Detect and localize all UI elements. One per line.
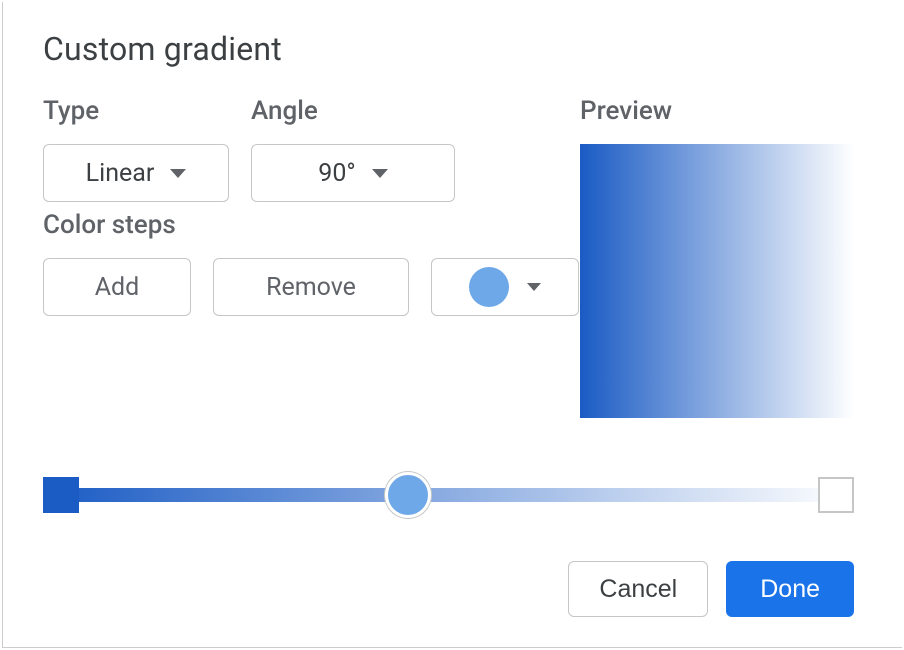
type-value: Linear — [86, 159, 155, 188]
caret-down-icon — [372, 169, 388, 178]
type-angle-row: Type Linear Angle 90° — [43, 96, 579, 202]
gradient-stop-start[interactable] — [43, 477, 79, 513]
gradient-slider[interactable] — [43, 472, 854, 518]
caret-down-icon — [527, 283, 541, 291]
color-swatch-icon — [469, 267, 509, 307]
remove-step-button[interactable]: Remove — [213, 258, 409, 316]
add-step-label: Add — [95, 273, 140, 302]
dialog-title: Custom gradient — [43, 30, 854, 68]
remove-step-label: Remove — [266, 273, 356, 302]
top-area: Type Linear Angle 90° Color steps — [43, 96, 854, 418]
gradient-stop-end[interactable] — [818, 477, 854, 513]
angle-select[interactable]: 90° — [251, 144, 455, 202]
preview-column: Preview — [580, 96, 854, 418]
angle-field: Angle 90° — [251, 96, 455, 202]
type-field: Type Linear — [43, 96, 229, 202]
gradient-track — [43, 488, 854, 502]
color-steps-row: Add Remove — [43, 258, 579, 316]
preview-label: Preview — [580, 96, 854, 126]
angle-value: 90° — [318, 159, 355, 188]
done-button[interactable]: Done — [726, 561, 854, 617]
gradient-preview — [580, 144, 854, 418]
caret-down-icon — [170, 169, 186, 178]
done-label: Done — [760, 575, 820, 603]
custom-gradient-dialog: Custom gradient Type Linear Angle 90° — [2, 2, 902, 648]
cancel-label: Cancel — [599, 575, 677, 603]
controls-column: Type Linear Angle 90° Color steps — [43, 96, 579, 316]
angle-label: Angle — [251, 96, 455, 126]
cancel-button[interactable]: Cancel — [568, 561, 708, 617]
type-label: Type — [43, 96, 229, 126]
add-step-button[interactable]: Add — [43, 258, 191, 316]
step-color-select[interactable] — [431, 258, 579, 316]
color-steps-label: Color steps — [43, 210, 579, 240]
type-select[interactable]: Linear — [43, 144, 229, 202]
gradient-thumb[interactable] — [385, 472, 431, 518]
dialog-footer: Cancel Done — [568, 561, 854, 617]
